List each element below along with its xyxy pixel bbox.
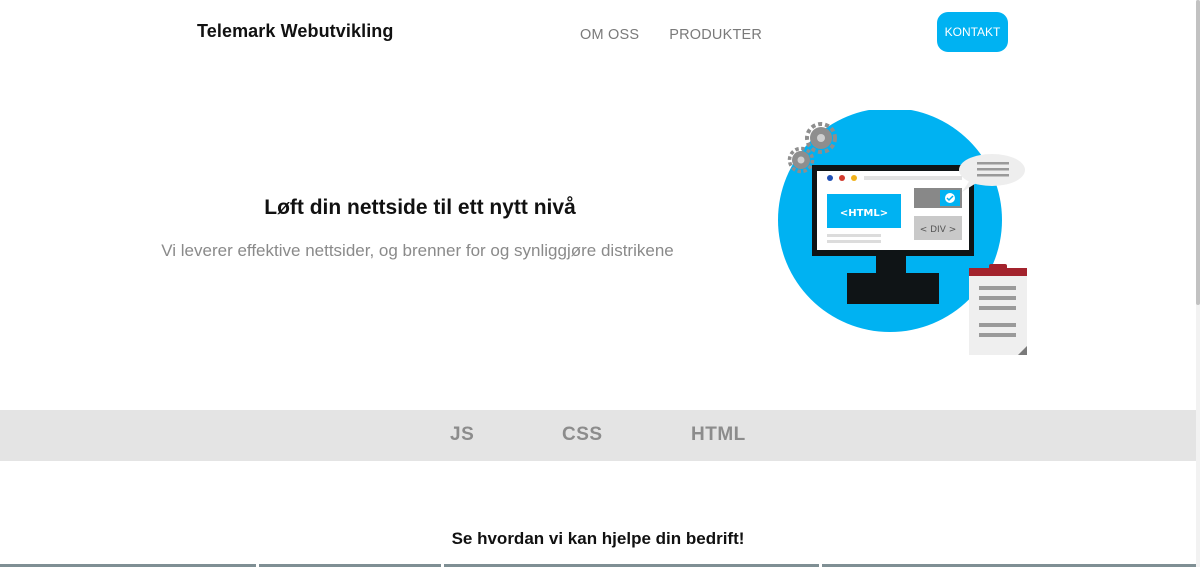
vertical-scrollbar[interactable] [1196,0,1200,567]
tech-item-css: CSS [562,424,603,445]
contact-button[interactable]: KONTAKT [937,12,1008,52]
html-tag-label: <HTML> [840,208,888,219]
clipboard-icon [969,264,1027,355]
div-tag-label: < DIV > [920,225,957,235]
hero-title: Løft din nettside til ett nytt nivå [264,196,576,219]
scrollbar-thumb[interactable] [1196,0,1200,305]
nav-link-produkter[interactable]: PRODUKTER [669,27,762,43]
hero-subtitle: Vi leverer effektive nettsider, og brenn… [161,241,674,260]
site-header: Telemark Webutvikling OM OSS PRODUKTER K… [0,0,1196,70]
monitor-base [847,273,939,304]
brand-logo-text[interactable]: Telemark Webutvikling [197,21,394,42]
page: Telemark Webutvikling OM OSS PRODUKTER K… [0,0,1200,567]
main-nav: OM OSS PRODUKTER [580,27,762,43]
tech-item-html: HTML [691,424,746,445]
tech-item-js: JS [450,424,475,445]
web-development-illustration: <HTML> < DIV > [778,110,1027,355]
tech-band: JS CSS HTML [0,410,1196,461]
gear-icon [787,146,815,174]
section-title: Se hvordan vi kan hjelpe din bedrift! [451,529,745,548]
nav-link-om-oss[interactable]: OM OSS [580,27,639,43]
